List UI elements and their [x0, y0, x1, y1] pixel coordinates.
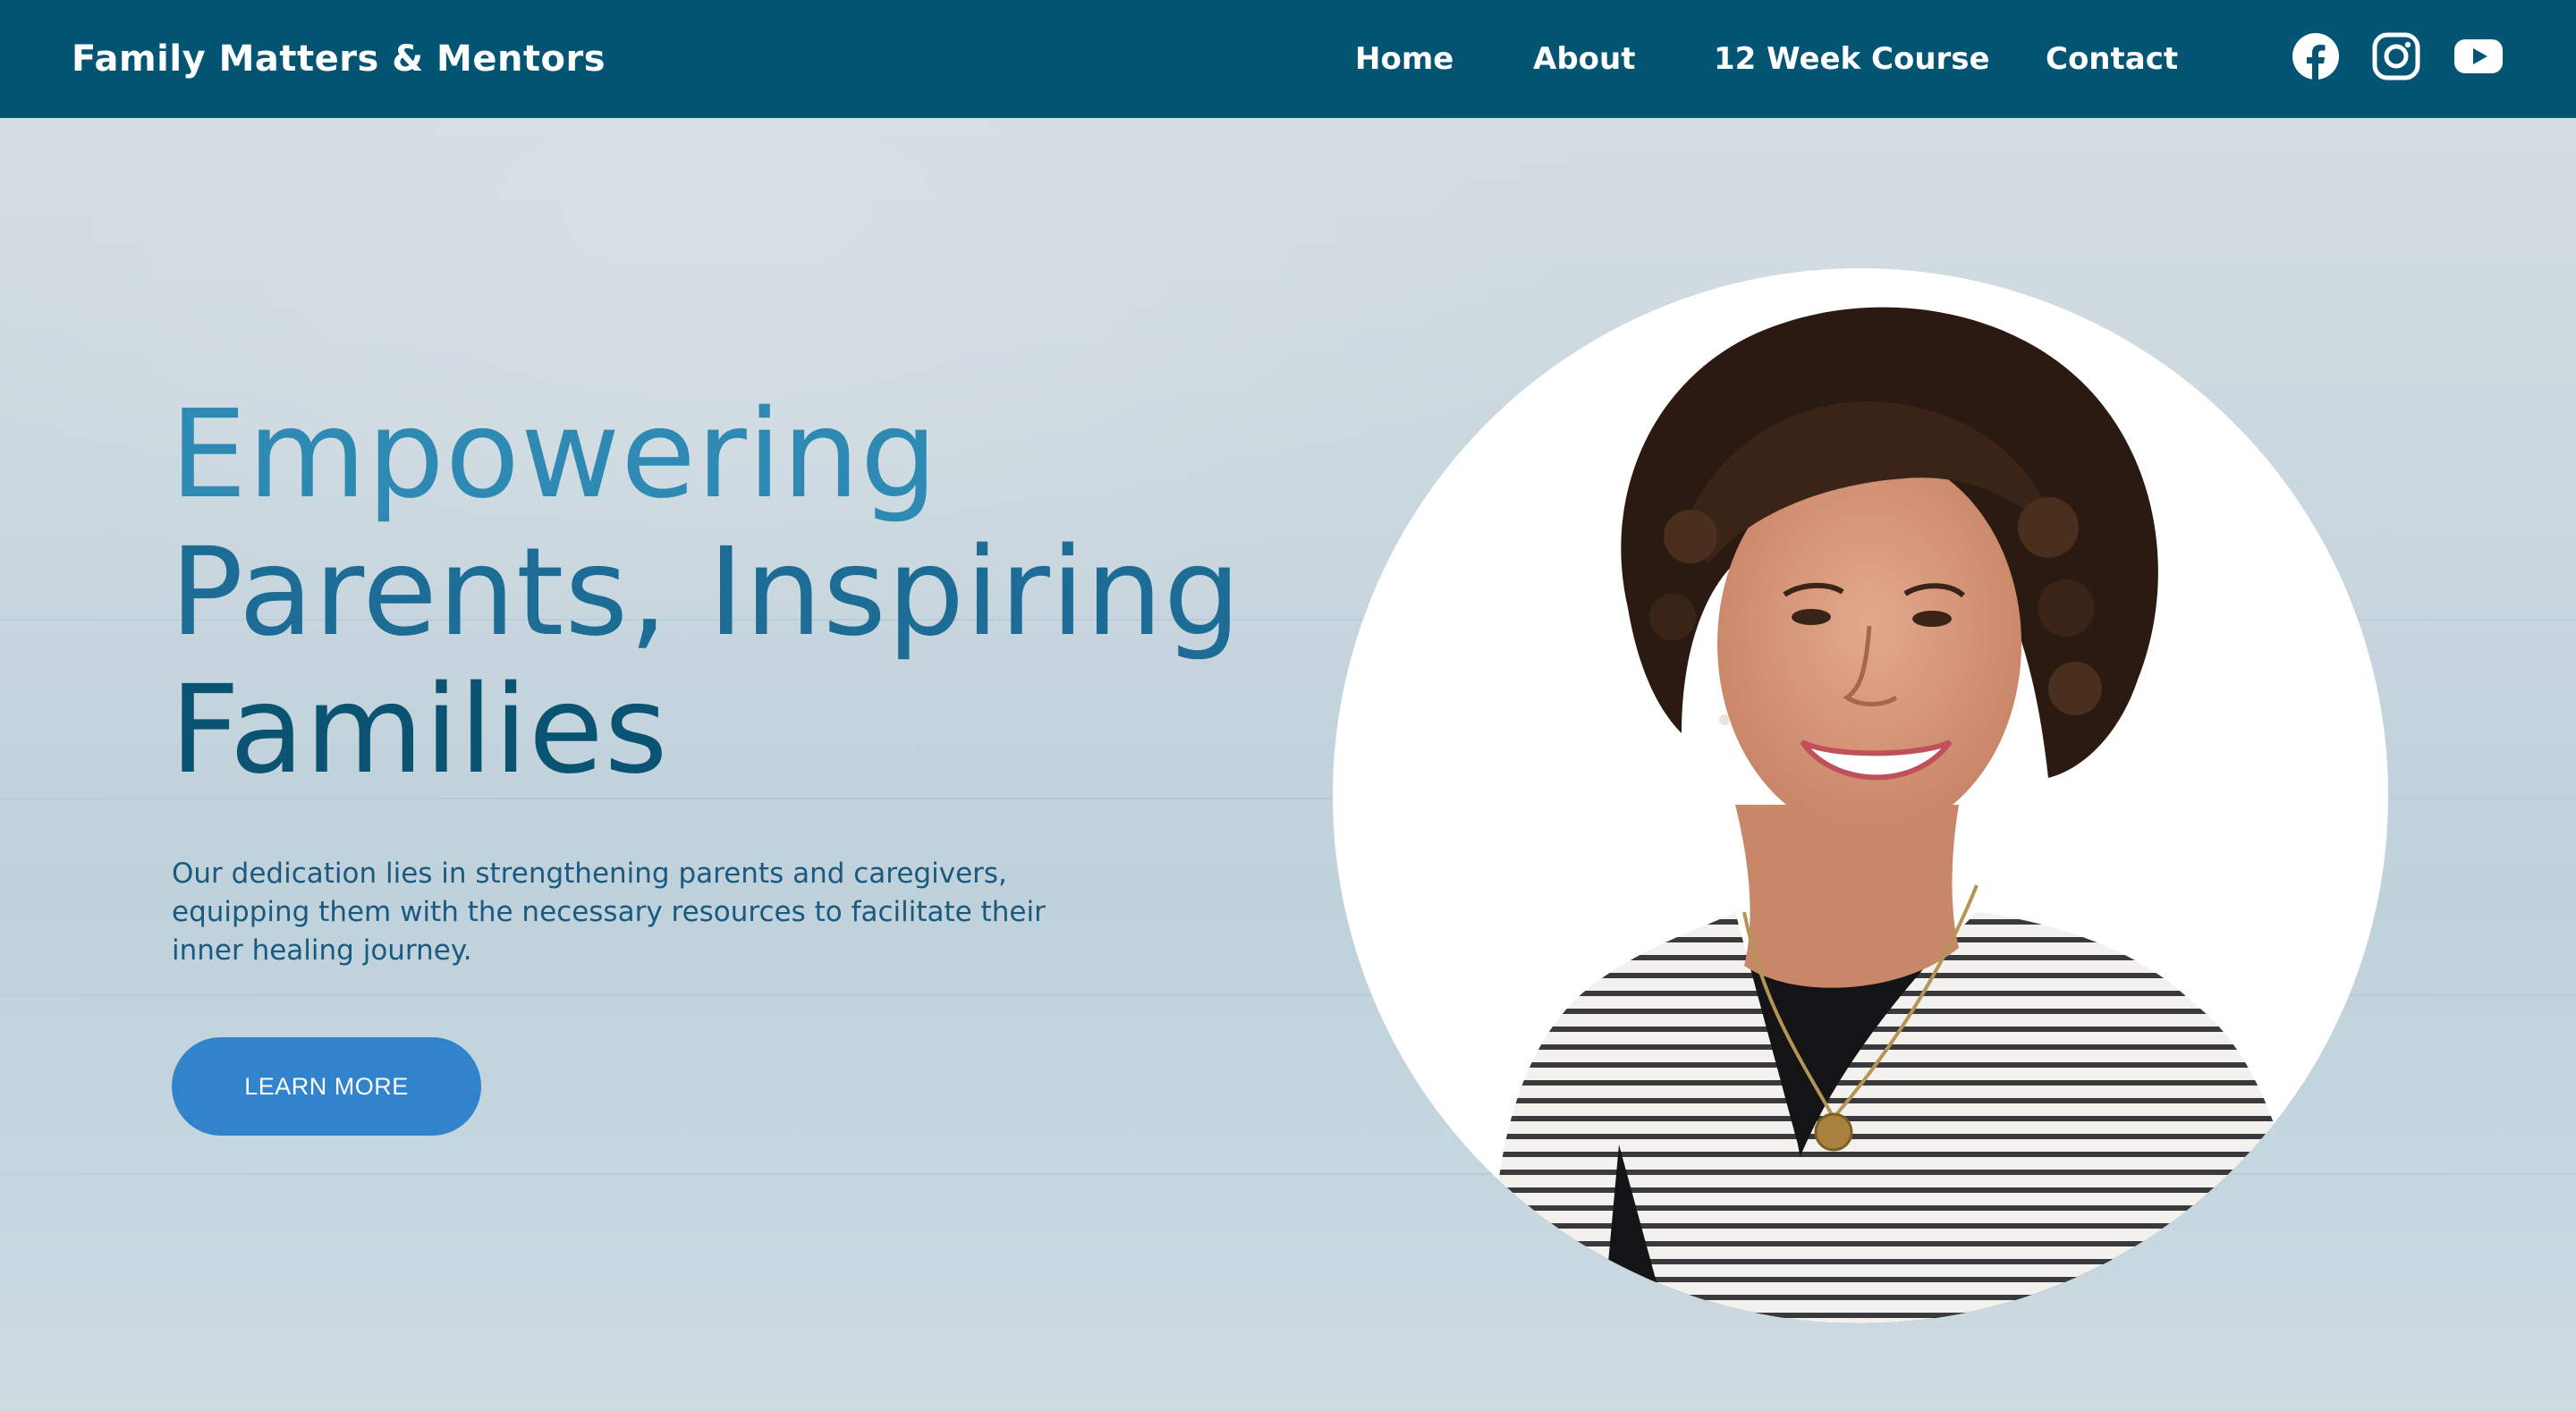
- nav-12-week-course[interactable]: 12 Week Course: [1714, 0, 1990, 118]
- headline-line-1: Empowering: [170, 384, 939, 526]
- site-logo[interactable]: Family Matters & Mentors: [72, 0, 606, 118]
- headline-line-2: Parents, Inspiring: [170, 522, 1242, 663]
- portrait-photo: [1333, 268, 2388, 1323]
- instagram-icon[interactable]: [2371, 31, 2421, 81]
- nav-contact[interactable]: Contact: [2046, 0, 2178, 118]
- hero-headline: Empowering Parents, Inspiring Families: [170, 386, 1333, 799]
- facebook-icon[interactable]: [2291, 31, 2341, 81]
- learn-more-button[interactable]: LEARN MORE: [172, 1037, 481, 1136]
- site-header: Family Matters & Mentors Home About 12 W…: [0, 0, 2576, 118]
- nav-about[interactable]: About: [1533, 0, 1635, 118]
- nav-home[interactable]: Home: [1355, 0, 1453, 118]
- hero-section: Empowering Parents, Inspiring Families O…: [0, 118, 2576, 1411]
- youtube-icon[interactable]: [2453, 31, 2504, 81]
- headline-line-3: Families: [170, 660, 669, 801]
- hero-description: Our dedication lies in strengthening par…: [172, 858, 1046, 967]
